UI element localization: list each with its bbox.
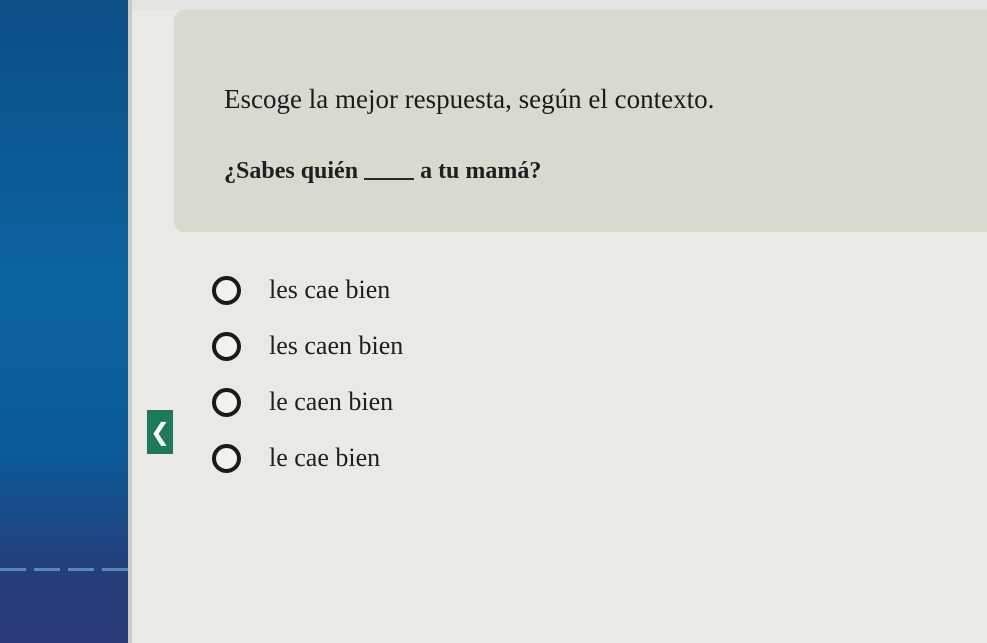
question-prompt: ¿Sabes quién a tu mamá? [224,158,541,185]
prompt-text-after: a tu mamá? [420,158,542,184]
question-instructions: Escoge la mejor respuesta, según el cont… [224,84,715,114]
back-button[interactable]: ❮ [147,410,173,454]
option-label: les caen bien [269,331,404,360]
sidebar-divider [0,568,128,571]
answer-option-2[interactable]: les caen bien [212,318,403,374]
option-label: les cae bien [269,275,391,304]
radio-button-icon[interactable] [212,331,241,361]
answer-options: les cae bien les caen bien le caen bien … [212,262,403,486]
chevron-left-icon: ❮ [149,418,171,446]
radio-button-icon[interactable] [212,275,241,305]
option-label: le caen bien [269,387,394,416]
answer-blank [364,178,415,180]
left-sidebar [0,0,128,643]
answer-option-1[interactable]: les cae bien [212,262,403,318]
answer-option-4[interactable]: le cae bien [212,430,403,486]
radio-button-icon[interactable] [212,443,241,473]
question-box: Escoge la mejor respuesta, según el cont… [174,10,987,232]
main-content: Escoge la mejor respuesta, según el cont… [132,0,987,643]
top-strip [132,0,987,10]
prompt-text-before: ¿Sabes quién [224,158,359,184]
radio-button-icon[interactable] [212,387,241,417]
option-label: le cae bien [269,443,381,472]
answer-option-3[interactable]: le caen bien [212,374,403,430]
